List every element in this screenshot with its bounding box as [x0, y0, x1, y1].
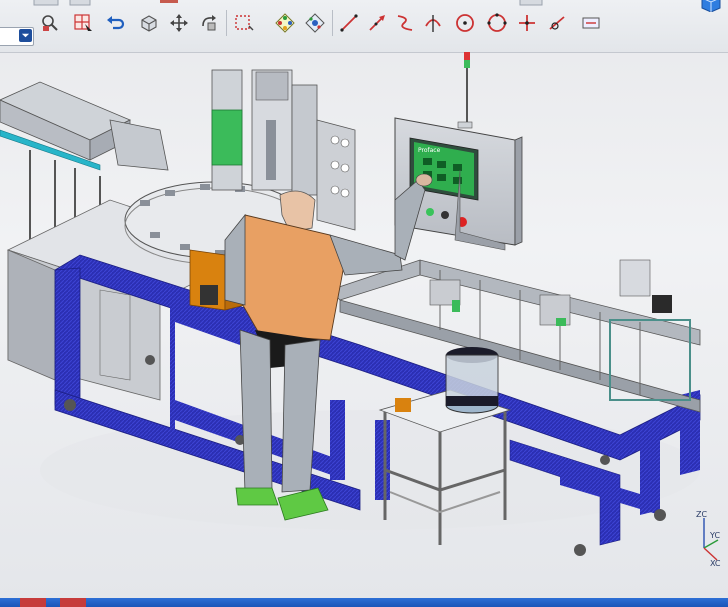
circle-points-icon[interactable]	[484, 10, 510, 36]
graphics-viewport[interactable]: Proface ZC YC XC	[0, 52, 728, 600]
pick-snap-icon[interactable]	[70, 10, 96, 36]
assembly-model: Proface	[0, 52, 701, 556]
snap-midpoint-icon[interactable]	[302, 10, 328, 36]
cube-icon[interactable]	[698, 0, 724, 13]
move-component-icon[interactable]	[166, 10, 192, 36]
taskbar-app-button[interactable]	[20, 598, 46, 607]
rotate-component-icon[interactable]	[196, 10, 222, 36]
tangent-icon[interactable]	[544, 10, 570, 36]
line-arrow-icon[interactable]	[364, 10, 390, 36]
constraint-icon[interactable]	[578, 10, 604, 36]
undo-icon[interactable]	[102, 10, 128, 36]
box-select-icon[interactable]	[230, 10, 256, 36]
view-orient-icon[interactable]	[136, 10, 162, 36]
snap-points-icon[interactable]	[272, 10, 298, 36]
toolbar	[0, 0, 728, 53]
hmi-brand-label: Proface	[418, 147, 441, 154]
line-icon[interactable]	[336, 10, 362, 36]
circle-center-icon[interactable]	[452, 10, 478, 36]
x-axis-label: XC	[710, 559, 721, 568]
z-axis-label: ZC	[696, 510, 707, 519]
taskbar-app-button[interactable]	[60, 598, 86, 607]
taskbar	[0, 598, 728, 607]
spline-icon[interactable]	[392, 10, 418, 36]
filter-combo[interactable]	[0, 27, 34, 46]
chevron-down-icon[interactable]	[19, 29, 32, 42]
select-filter-icon[interactable]	[38, 10, 64, 36]
cad-application-window: Proface ZC YC XC	[0, 0, 728, 607]
y-axis-label: YC	[709, 531, 720, 540]
conveyor-line	[329, 259, 701, 413]
intersection-icon[interactable]	[420, 10, 446, 36]
coordinate-triad: ZC YC XC	[684, 508, 724, 568]
toolbar-top-row	[0, 0, 728, 6]
cross-icon[interactable]	[514, 10, 540, 36]
